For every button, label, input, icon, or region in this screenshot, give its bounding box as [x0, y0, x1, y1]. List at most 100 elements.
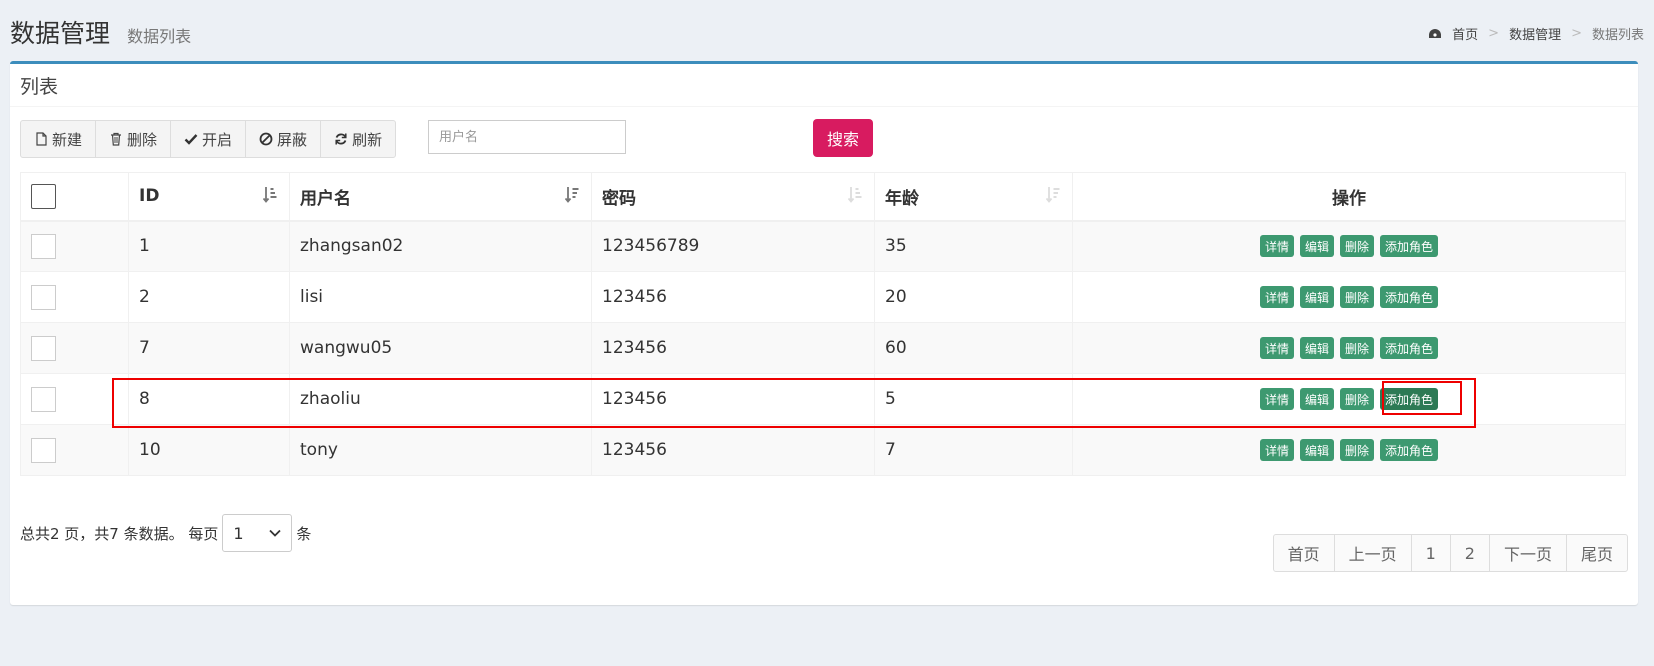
add-role-button[interactable]: 添加角色 [1380, 337, 1439, 359]
table-body: 1 zhangsan02 123456789 35 详情 编辑 删除 添加角色 2 lisi 123… [20, 220, 1626, 476]
cell-username: zhaoliu [289, 373, 592, 425]
header-age-label: 年龄 [885, 188, 919, 209]
edit-button[interactable]: 编辑 [1299, 337, 1334, 359]
cell-password: 123456789 [591, 220, 875, 272]
header-username[interactable]: 用户名 [289, 172, 592, 222]
page-1[interactable]: 1 [1410, 534, 1451, 572]
cell-password: 123456 [591, 322, 875, 374]
row-checkbox[interactable] [31, 233, 56, 259]
delete-row-button[interactable]: 删除 [1340, 388, 1375, 410]
toolbar: 新建 删除 开启 屏蔽 刷新 [20, 120, 397, 158]
sort-asc-icon[interactable] [263, 186, 277, 204]
table-header-row: ID 用户名 密码 年龄 操作 [20, 172, 1626, 222]
breadcrumb-data-management[interactable]: 数据管理 [1509, 24, 1561, 43]
row-select-cell [20, 220, 129, 272]
block-button[interactable]: 屏蔽 [245, 120, 322, 158]
row-select-cell [20, 322, 129, 374]
detail-button[interactable]: 详情 [1259, 388, 1294, 410]
cell-age: 5 [874, 373, 1073, 425]
refresh-icon [335, 133, 347, 145]
sort-desc-icon[interactable] [565, 186, 579, 204]
cell-id: 7 [128, 322, 290, 374]
search-input[interactable] [428, 120, 626, 154]
cell-age: 60 [874, 322, 1073, 374]
header-age[interactable]: 年龄 [874, 172, 1073, 222]
cell-age: 35 [874, 220, 1073, 272]
edit-button[interactable]: 编辑 [1299, 439, 1334, 461]
select-all-checkbox[interactable] [31, 183, 56, 209]
detail-button[interactable]: 详情 [1259, 337, 1294, 359]
delete-row-button[interactable]: 删除 [1340, 439, 1375, 461]
cell-id: 10 [128, 424, 290, 476]
search-button[interactable]: 搜索 [813, 119, 873, 157]
delete-row-button[interactable]: 删除 [1340, 286, 1375, 308]
breadcrumb-separator: > [1488, 26, 1500, 41]
cell-username: tony [289, 424, 592, 476]
cell-id: 1 [128, 220, 290, 272]
cell-id: 8 [128, 373, 290, 425]
delete-label: 删除 [127, 130, 158, 149]
per-page-unit: 条 [296, 524, 312, 543]
add-role-button[interactable]: 添加角色 [1380, 235, 1439, 258]
page-title: 数据管理 [10, 19, 111, 48]
page-first[interactable]: 首页 [1272, 534, 1335, 572]
edit-button[interactable]: 编辑 [1299, 235, 1334, 258]
header-id[interactable]: ID [128, 172, 290, 222]
enable-label: 开启 [202, 130, 233, 149]
per-page-value: 1 [233, 523, 244, 543]
file-icon [36, 132, 47, 146]
per-page-select[interactable]: 1 [222, 514, 293, 552]
row-checkbox[interactable] [31, 437, 56, 463]
cell-operations: 详情 编辑 删除 添加角色 [1072, 271, 1626, 323]
cell-password: 123456 [591, 373, 875, 425]
delete-row-button[interactable]: 删除 [1340, 235, 1375, 258]
cell-operations: 详情 编辑 删除 添加角色 [1072, 220, 1626, 272]
breadcrumb-separator: > [1571, 26, 1582, 41]
cell-id: 2 [128, 271, 290, 323]
detail-button[interactable]: 详情 [1259, 439, 1294, 461]
page-last[interactable]: 尾页 [1565, 534, 1628, 572]
breadcrumb-home[interactable]: 首页 [1452, 24, 1478, 43]
delete-button[interactable]: 删除 [95, 120, 172, 158]
sort-icon[interactable] [1046, 186, 1060, 204]
trash-icon [111, 132, 122, 146]
refresh-label: 刷新 [352, 130, 383, 149]
edit-button[interactable]: 编辑 [1299, 286, 1334, 308]
cell-age: 20 [874, 271, 1073, 323]
add-role-button[interactable]: 添加角色 [1380, 439, 1439, 461]
check-icon [184, 134, 198, 145]
new-label: 新建 [52, 130, 83, 149]
refresh-button[interactable]: 刷新 [320, 120, 397, 158]
ban-icon [259, 132, 273, 146]
new-button[interactable]: 新建 [20, 120, 97, 158]
header-ops-label: 操作 [1332, 188, 1366, 209]
sort-icon[interactable] [848, 186, 862, 204]
page-next[interactable]: 下一页 [1488, 534, 1567, 572]
cell-operations: 详情 编辑 删除 添加角色 [1072, 373, 1626, 425]
row-checkbox[interactable] [31, 335, 56, 361]
row-checkbox[interactable] [31, 284, 56, 310]
page-prev[interactable]: 上一页 [1333, 534, 1412, 572]
row-checkbox[interactable] [31, 386, 56, 412]
detail-button[interactable]: 详情 [1259, 286, 1294, 308]
add-role-button[interactable]: 添加角色 [1380, 388, 1439, 410]
cell-password: 123456 [591, 424, 875, 476]
pagination-info: 总共2 页，共7 条数据。 每页 1 条 [20, 514, 311, 552]
table-row: 8 zhaoliu 123456 5 详情 编辑 删除 添加角色 [20, 373, 1626, 425]
page-2[interactable]: 2 [1449, 534, 1490, 572]
detail-button[interactable]: 详情 [1259, 235, 1294, 258]
edit-button[interactable]: 编辑 [1299, 388, 1334, 410]
header-select-all [20, 172, 129, 222]
row-select-cell [20, 424, 129, 476]
table-row: 10 tony 123456 7 详情 编辑 删除 添加角色 [20, 424, 1626, 476]
header-password[interactable]: 密码 [591, 172, 875, 222]
breadcrumb-current: 数据列表 [1591, 28, 1644, 43]
page-subtitle: 数据列表 [127, 27, 192, 46]
cell-operations: 详情 编辑 删除 添加角色 [1072, 322, 1626, 374]
header-operations: 操作 [1072, 172, 1626, 222]
add-role-button[interactable]: 添加角色 [1380, 286, 1439, 308]
delete-row-button[interactable]: 删除 [1340, 337, 1375, 359]
table-row: 7 wangwu05 123456 60 详情 编辑 删除 添加角色 [20, 322, 1626, 374]
row-select-cell [20, 271, 129, 323]
enable-button[interactable]: 开启 [170, 120, 247, 158]
